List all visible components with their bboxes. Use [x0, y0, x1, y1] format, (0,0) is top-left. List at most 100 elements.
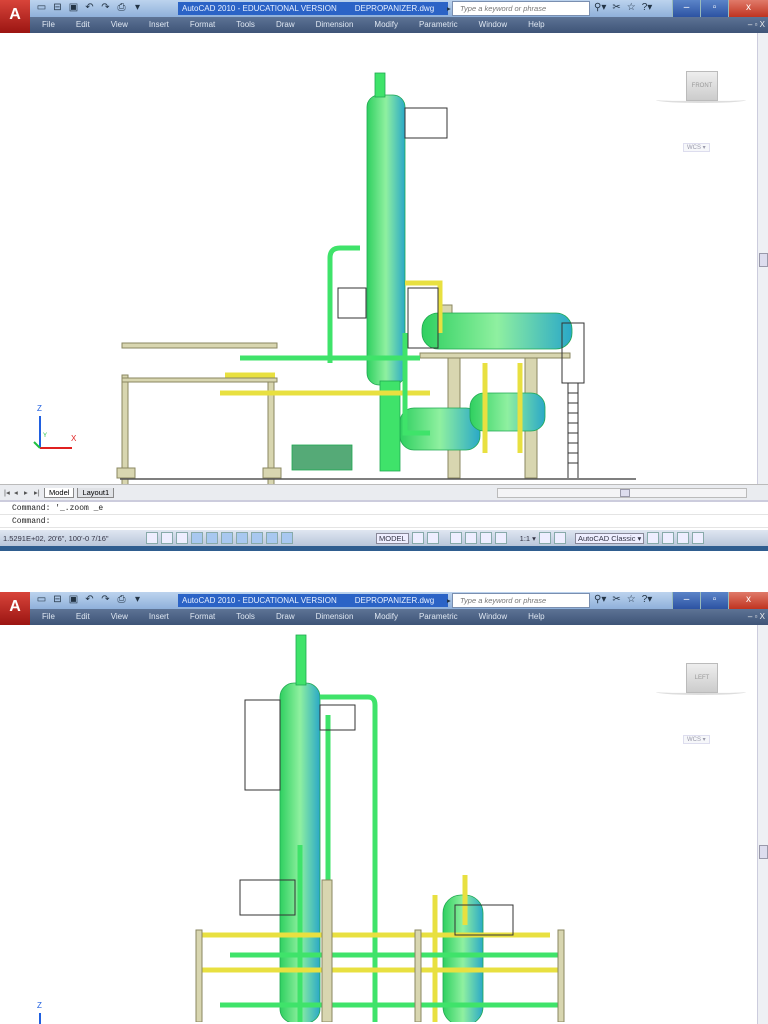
binoculars-icon[interactable]: ⚲▾ — [594, 2, 606, 13]
ducs-toggle-icon[interactable] — [236, 532, 248, 544]
tab-model[interactable]: Model — [44, 487, 75, 498]
application-menu-button[interactable]: A — [0, 0, 30, 33]
close-button[interactable]: x — [728, 592, 768, 609]
menu-view[interactable]: View — [111, 609, 128, 625]
undo-icon[interactable]: ↶ — [84, 594, 95, 606]
dropdown-icon[interactable]: ▾ — [132, 2, 143, 14]
open-icon[interactable]: ⊟ — [52, 594, 63, 606]
application-menu-button[interactable]: A — [0, 592, 30, 625]
zoom-icon[interactable] — [464, 532, 477, 544]
redo-icon[interactable]: ↷ — [100, 594, 111, 606]
menu-tools[interactable]: Tools — [236, 17, 255, 33]
snap-toggle-icon[interactable] — [146, 532, 158, 544]
help-icon[interactable]: ?▾ — [642, 594, 653, 605]
menu-parametric[interactable]: Parametric — [419, 17, 458, 33]
qp-toggle-icon[interactable] — [281, 532, 293, 544]
undo-icon[interactable]: ↶ — [84, 2, 95, 14]
redo-icon[interactable]: ↷ — [100, 2, 111, 14]
lock-icon[interactable] — [647, 532, 660, 544]
dyn-toggle-icon[interactable] — [251, 532, 263, 544]
new-icon[interactable]: ▭ — [36, 2, 47, 14]
menu-insert[interactable]: Insert — [149, 609, 169, 625]
tab-layout1[interactable]: Layout1 — [77, 487, 115, 498]
save-icon[interactable]: ▣ — [68, 594, 79, 606]
hardware-acceleration-icon[interactable] — [662, 532, 675, 544]
minimize-button[interactable]: – — [672, 0, 700, 17]
last-tab-icon[interactable]: ▸| — [34, 488, 41, 497]
close-button[interactable]: x — [728, 0, 768, 17]
showmotion-icon[interactable] — [494, 532, 507, 544]
menu-format[interactable]: Format — [190, 17, 215, 33]
maximize-button[interactable]: ▫ — [700, 592, 728, 609]
osnap-toggle-icon[interactable] — [206, 532, 218, 544]
isolate-icon[interactable] — [677, 532, 690, 544]
dropdown-icon[interactable]: ▾ — [132, 594, 143, 606]
menu-modify[interactable]: Modify — [374, 609, 398, 625]
viewcube[interactable]: LEFT — [686, 663, 718, 693]
vertical-scrollbar[interactable] — [757, 625, 768, 1024]
wcs-menu[interactable]: WCS ▾ — [683, 735, 710, 744]
plot-icon[interactable]: ⎙ — [116, 594, 127, 606]
pan-icon[interactable] — [449, 532, 462, 544]
wcs-menu[interactable]: WCS ▾ — [683, 143, 710, 152]
maximize-button[interactable]: ▫ — [700, 0, 728, 17]
model-space-button[interactable]: MODEL — [376, 532, 409, 544]
minimize-button[interactable]: – — [672, 592, 700, 609]
menu-window[interactable]: Window — [479, 17, 507, 33]
menu-parametric[interactable]: Parametric — [419, 609, 458, 625]
layout-icon[interactable] — [411, 532, 424, 544]
grid-toggle-icon[interactable] — [161, 532, 173, 544]
open-icon[interactable]: ⊟ — [52, 2, 63, 14]
menu-draw[interactable]: Draw — [276, 609, 295, 625]
new-icon[interactable]: ▭ — [36, 594, 47, 606]
menu-modify[interactable]: Modify — [374, 17, 398, 33]
document-window-controls[interactable]: – ▫ X — [748, 17, 765, 33]
menu-help[interactable]: Help — [528, 609, 544, 625]
menu-tools[interactable]: Tools — [236, 609, 255, 625]
menu-format[interactable]: Format — [190, 609, 215, 625]
lineweight-toggle-icon[interactable] — [266, 532, 278, 544]
menu-window[interactable]: Window — [479, 609, 507, 625]
menu-edit[interactable]: Edit — [76, 609, 90, 625]
next-tab-icon[interactable]: ▸ — [24, 488, 31, 497]
annotation-scale[interactable]: 1:1 ▾ — [520, 534, 536, 543]
binoculars-icon[interactable]: ⚲▾ — [594, 594, 606, 605]
menu-dimension[interactable]: Dimension — [316, 609, 354, 625]
polar-toggle-icon[interactable] — [191, 532, 203, 544]
auto-scale-icon[interactable] — [553, 532, 566, 544]
favorites-star-icon[interactable]: ☆ — [627, 2, 636, 13]
communication-icon[interactable]: ✂ — [612, 594, 620, 605]
coordinates-readout[interactable]: 1.5291E+02, 20'6", 100'-0 7/16" — [3, 534, 143, 543]
command-prompt[interactable]: Command: — [0, 515, 768, 528]
clean-screen-icon[interactable] — [692, 532, 705, 544]
first-tab-icon[interactable]: |◂ — [4, 488, 11, 497]
favorites-star-icon[interactable]: ☆ — [627, 594, 636, 605]
otrack-toggle-icon[interactable] — [221, 532, 233, 544]
layout-list-icon[interactable] — [426, 532, 439, 544]
menu-help[interactable]: Help — [528, 17, 544, 33]
ortho-toggle-icon[interactable] — [176, 532, 188, 544]
menu-draw[interactable]: Draw — [276, 17, 295, 33]
plot-icon[interactable]: ⎙ — [116, 2, 127, 14]
search-input[interactable]: Type a keyword or phrase — [447, 1, 590, 16]
menu-view[interactable]: View — [111, 17, 128, 33]
search-input[interactable]: Type a keyword or phrase — [447, 593, 590, 608]
menu-insert[interactable]: Insert — [149, 17, 169, 33]
save-icon[interactable]: ▣ — [68, 2, 79, 14]
menu-dimension[interactable]: Dimension — [316, 17, 354, 33]
communication-icon[interactable]: ✂ — [612, 2, 620, 13]
vertical-scrollbar[interactable] — [757, 33, 768, 484]
horizontal-scrollbar[interactable] — [497, 488, 747, 498]
menu-file[interactable]: File — [42, 609, 55, 625]
drawing-model-front[interactable] — [0, 33, 757, 502]
workspace-switch[interactable]: AutoCAD Classic ▾ — [574, 532, 645, 544]
document-window-controls[interactable]: – ▫ X — [748, 609, 765, 625]
annotation-visibility-icon[interactable] — [538, 532, 551, 544]
menu-file[interactable]: File — [42, 17, 55, 33]
drawing-area[interactable]: FRONT WCS ▾ Z X Y — [0, 33, 757, 502]
drawing-area[interactable]: LEFT WCS ▾ Z X Y — [0, 625, 757, 1024]
menu-edit[interactable]: Edit — [76, 17, 90, 33]
drawing-model-left[interactable] — [0, 625, 757, 1024]
prev-tab-icon[interactable]: ◂ — [14, 488, 21, 497]
help-icon[interactable]: ?▾ — [642, 2, 653, 13]
